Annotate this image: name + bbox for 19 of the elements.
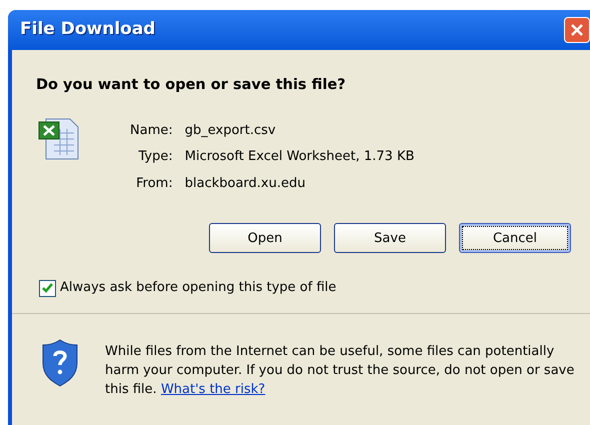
field-value: gb_export.csv xyxy=(184,122,277,140)
field-label: Name: xyxy=(130,122,173,140)
close-icon xyxy=(570,23,584,37)
checkbox-label: Always ask before opening this type of file xyxy=(60,279,336,298)
risk-link[interactable]: What's the risk? xyxy=(160,382,266,397)
field-label: Type: xyxy=(137,148,173,166)
field-value: blackboard.xu.edu xyxy=(184,174,306,193)
field-label: From: xyxy=(135,174,173,193)
dialog-button[interactable]: Cancel xyxy=(459,223,571,254)
dialog-button[interactable]: Open xyxy=(209,223,321,254)
field-value: Microsoft Excel Worksheet, 1.73 KB xyxy=(184,148,414,166)
close-button[interactable] xyxy=(564,17,590,43)
question: Do you want to open or save this file? xyxy=(35,76,347,95)
window-title: File Download xyxy=(20,18,156,42)
dialog-button[interactable]: Save xyxy=(334,223,446,254)
shield-question-icon xyxy=(41,338,79,387)
checkmark-icon xyxy=(42,283,53,293)
warning-text: While files from the Internet can be useful, some files can potentially harm your computer. If you do not trust the source, do not open or save this file. What's the risk? xyxy=(105,342,576,399)
checkbox[interactable] xyxy=(39,280,56,296)
